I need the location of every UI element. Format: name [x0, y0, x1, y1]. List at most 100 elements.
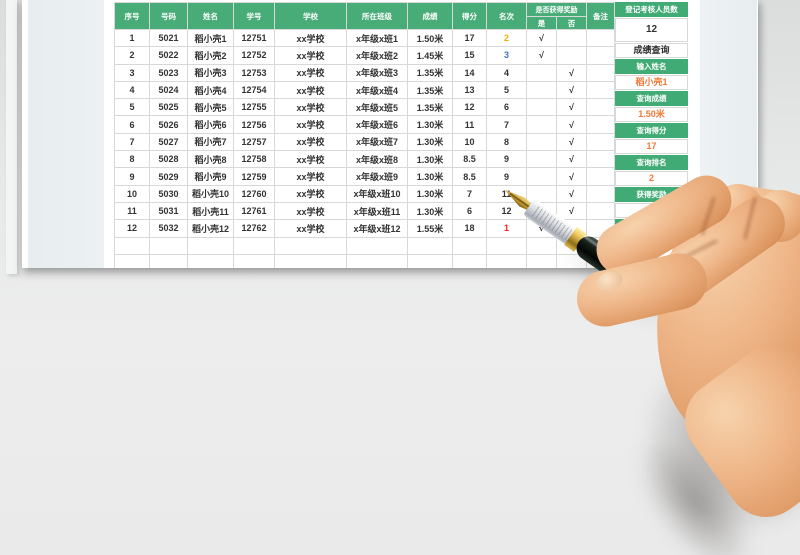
- cell-class: x年级x班9: [347, 168, 408, 185]
- shadow-on-desk: [551, 256, 800, 555]
- paper-left-margin: [28, 0, 104, 268]
- thumb-nail: [594, 269, 625, 293]
- query-rank-button[interactable]: 查询排名: [615, 155, 688, 170]
- cell-score: 1.35米: [408, 64, 453, 81]
- award-result-button[interactable]: 获得奖励: [615, 187, 688, 202]
- cell-class: x年级x班10: [347, 185, 408, 202]
- table-row: 95029稻小壳912759xx学校x年级x班91.30米8.59√: [115, 168, 615, 185]
- registered-count-value: 12: [615, 18, 688, 42]
- cell-seq: 12: [115, 220, 150, 237]
- cell-rank: 2: [487, 30, 527, 47]
- cell-award-no: [557, 30, 587, 47]
- cell-school: xx学校: [275, 30, 347, 47]
- cell-award-yes: [527, 202, 557, 219]
- cell-points: 11: [453, 116, 487, 133]
- cell-note: [587, 64, 615, 81]
- col-header-sid: 学号: [234, 3, 275, 30]
- spreadsheet-scene: 序号 号码 姓名 学号 学校 所在班级 成绩 得分 名次 是否获得奖励 备注 是…: [0, 0, 800, 555]
- cell-school: xx学校: [275, 116, 347, 133]
- cell-note: [587, 133, 615, 150]
- cell-sid: 12753: [234, 64, 275, 81]
- cell-code: 5027: [150, 133, 188, 150]
- query-score-button[interactable]: 查询成绩: [615, 91, 688, 106]
- cell-award-no: [557, 47, 587, 64]
- cell-points: 15: [453, 47, 487, 64]
- table-row: 75027稻小壳712757xx学校x年级x班71.30米108√: [115, 133, 615, 150]
- cell-award-yes: [527, 185, 557, 202]
- cell-sid: 12760: [234, 185, 275, 202]
- query-points-button[interactable]: 查询得分: [615, 123, 688, 138]
- cell-name: 稻小壳4: [188, 81, 234, 98]
- table-row: 25022稻小壳212752xx学校x年级x班21.45米153√: [115, 47, 615, 64]
- stacked-paper-edge: [6, 0, 17, 274]
- cell-sid: 12758: [234, 151, 275, 168]
- cell-points: 6: [453, 202, 487, 219]
- cell-sid: 12761: [234, 202, 275, 219]
- query-score-value: 1.50米: [615, 107, 688, 122]
- score-table: 序号 号码 姓名 学号 学校 所在班级 成绩 得分 名次 是否获得奖励 备注 是…: [114, 2, 615, 268]
- cell-award-yes: [527, 133, 557, 150]
- cell-school: xx学校: [275, 64, 347, 81]
- cell-sid: 12757: [234, 133, 275, 150]
- cell-class: x年级x班3: [347, 64, 408, 81]
- cell-score: 1.30米: [408, 116, 453, 133]
- cell-empty: [453, 237, 487, 254]
- cell-school: xx学校: [275, 47, 347, 64]
- cell-class: x年级x班4: [347, 81, 408, 98]
- cell-note: [587, 81, 615, 98]
- cell-school: xx学校: [275, 99, 347, 116]
- cell-empty: [150, 237, 188, 254]
- pen-tail: [763, 367, 794, 397]
- panel-title: 登记考核人员数: [615, 2, 688, 17]
- cell-empty: [527, 254, 557, 268]
- cell-class: x年级x班12: [347, 220, 408, 237]
- cell-note: [587, 220, 615, 237]
- cell-award-yes: √: [527, 30, 557, 47]
- cell-note: [587, 47, 615, 64]
- input-name-button[interactable]: 输入姓名: [615, 59, 688, 74]
- cell-code: 5021: [150, 30, 188, 47]
- cell-class: x年级x班2: [347, 47, 408, 64]
- table-row: 65026稻小壳612756xx学校x年级x班61.30米117√: [115, 116, 615, 133]
- table-row: 55025稻小壳512755xx学校x年级x班51.35米126√: [115, 99, 615, 116]
- cell-empty: [453, 254, 487, 268]
- cell-award-yes: √: [527, 220, 557, 237]
- col-header-seq: 序号: [115, 3, 150, 30]
- cell-seq: 2: [115, 47, 150, 64]
- worksheet-paper: 序号 号码 姓名 学号 学校 所在班级 成绩 得分 名次 是否获得奖励 备注 是…: [22, 0, 758, 268]
- input-name-value[interactable]: 稻小壳1: [615, 75, 688, 90]
- cell-seq: 7: [115, 133, 150, 150]
- pen-cap: [647, 284, 768, 380]
- pen-gold-band: [634, 275, 664, 307]
- cell-code: 5030: [150, 185, 188, 202]
- panel-section-label: 成绩查询: [615, 43, 688, 58]
- cell-empty: [275, 237, 347, 254]
- cell-rank: 7: [487, 116, 527, 133]
- cell-score: 1.35米: [408, 81, 453, 98]
- table-row: 125032稻小壳1212762xx学校x年级x班121.55米181√: [115, 220, 615, 237]
- cell-name: 稻小壳12: [188, 220, 234, 237]
- cell-seq: 3: [115, 64, 150, 81]
- cell-note: [587, 202, 615, 219]
- cell-award-no: √: [557, 81, 587, 98]
- cell-points: 14: [453, 64, 487, 81]
- query-rank-value: 2: [615, 171, 688, 186]
- table-row: 105030稻小壳1012760xx学校x年级x班101.30米711√: [115, 185, 615, 202]
- cell-school: xx学校: [275, 185, 347, 202]
- cell-award-yes: [527, 168, 557, 185]
- pen-clip: [676, 287, 774, 364]
- cell-rank: 9: [487, 168, 527, 185]
- cell-empty: [275, 254, 347, 268]
- empty-table-row: [115, 254, 615, 268]
- cell-rank: 12: [487, 202, 527, 219]
- cell-name: 稻小壳7: [188, 133, 234, 150]
- cell-school: xx学校: [275, 133, 347, 150]
- cell-empty: [487, 237, 527, 254]
- col-header-school: 学校: [275, 3, 347, 30]
- cell-points: 18: [453, 220, 487, 237]
- cell-school: xx学校: [275, 151, 347, 168]
- cell-note: [587, 185, 615, 202]
- cell-school: xx学校: [275, 81, 347, 98]
- cell-score: 1.50米: [408, 30, 453, 47]
- cell-class: x年级x班7: [347, 133, 408, 150]
